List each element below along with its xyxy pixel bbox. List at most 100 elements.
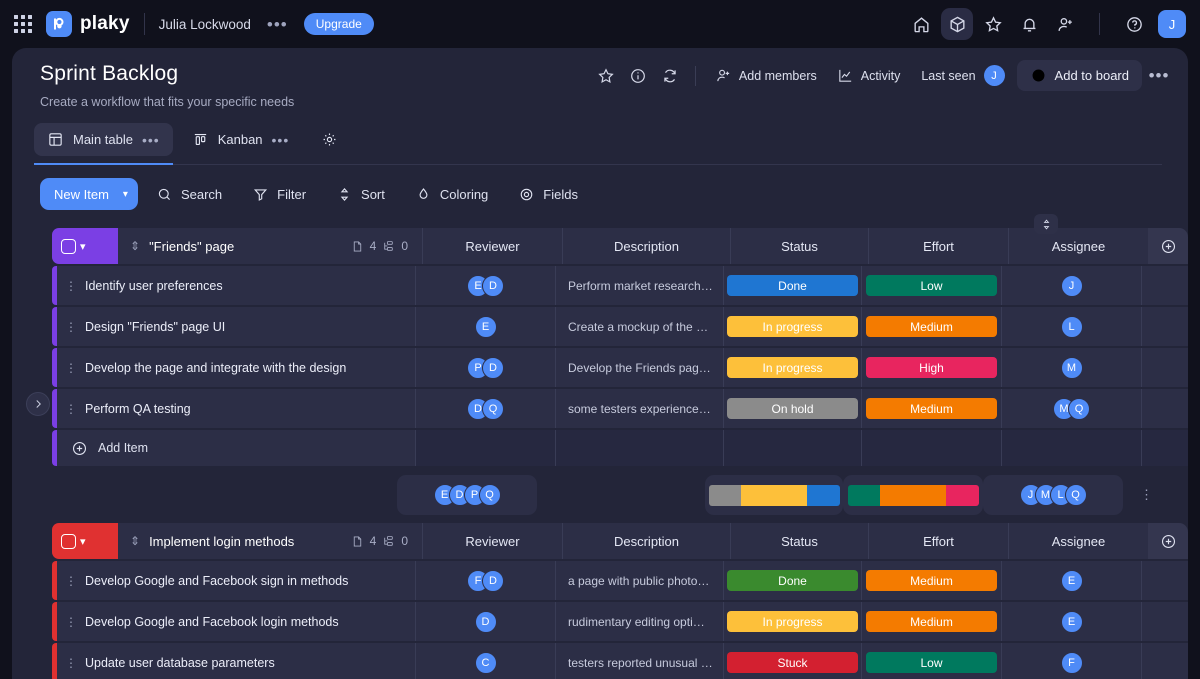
cell-status[interactable]: In progress <box>723 602 861 641</box>
cube-icon[interactable] <box>941 8 973 40</box>
group-select-toggle[interactable]: ▾ <box>52 228 118 264</box>
cell-description[interactable]: a page with public photo… <box>555 561 723 600</box>
reviewer-avatars[interactable]: FD <box>467 569 504 592</box>
summary-reviewers[interactable]: EDPQ <box>397 475 537 515</box>
last-seen-avatar[interactable]: J <box>983 65 1005 86</box>
workspace-user-name[interactable]: Julia Lockwood <box>159 17 251 32</box>
column-header-reviewer[interactable]: Reviewer <box>422 523 562 559</box>
row-menu-icon[interactable]: ⋮ <box>57 575 85 587</box>
avatar[interactable]: D <box>482 356 504 379</box>
status-badge[interactable]: In progress <box>727 316 858 337</box>
column-header-effort[interactable]: Effort <box>868 228 1008 264</box>
cell-description[interactable]: some testers experience… <box>555 389 723 428</box>
cell-reviewer[interactable]: FD <box>415 561 555 600</box>
row-menu-icon[interactable]: ⋮ <box>57 616 85 628</box>
avatar[interactable]: Q <box>1064 484 1087 506</box>
row-name-cell[interactable]: ⋮ Update user database parameters <box>57 643 415 679</box>
status-badge[interactable]: In progress <box>727 611 858 632</box>
table-row[interactable]: ⋮ Develop Google and Facebook sign in me… <box>52 561 1188 600</box>
effort-badge[interactable]: High <box>866 357 997 378</box>
row-menu-icon[interactable]: ⋮ <box>57 362 85 374</box>
table-row[interactable]: ⋮ Develop Google and Facebook login meth… <box>52 602 1188 641</box>
help-icon[interactable] <box>1118 8 1150 40</box>
effort-badge[interactable]: Medium <box>866 316 997 337</box>
cell-description[interactable]: testers reported unusual … <box>555 643 723 679</box>
row-name-cell[interactable]: ⋮ Perform QA testing <box>57 389 415 428</box>
new-item-caret-icon[interactable]: ▾ <box>123 189 128 200</box>
favorite-star-icon[interactable] <box>591 61 621 91</box>
cell-effort[interactable]: Medium <box>861 307 1001 346</box>
coloring-button[interactable]: Coloring <box>403 179 500 210</box>
cell-description[interactable]: Create a mockup of the … <box>555 307 723 346</box>
reviewer-avatars[interactable]: E <box>474 315 497 338</box>
row-name-cell[interactable]: ⋮ Develop the page and integrate with th… <box>57 348 415 387</box>
cell-assignee[interactable]: J <box>1001 266 1141 305</box>
summary-assignees[interactable]: JMLQ <box>983 475 1123 515</box>
sidebar-expand-button[interactable] <box>26 392 50 416</box>
cell-status[interactable]: Done <box>723 266 861 305</box>
plaky-logo[interactable]: plaky <box>46 11 130 37</box>
cell-description[interactable]: Develop the Friends pag… <box>555 348 723 387</box>
cell-description[interactable]: Perform market research… <box>555 266 723 305</box>
add-to-board-button[interactable]: Add to board <box>1016 60 1142 91</box>
cell-description[interactable]: rudimentary editing opti… <box>555 602 723 641</box>
cell-status[interactable]: Done <box>723 561 861 600</box>
group-collapse-chevron-icon[interactable]: ▾ <box>80 535 86 548</box>
assignee-avatars[interactable]: L <box>1060 315 1083 338</box>
table-row[interactable]: ⋮ Develop the page and integrate with th… <box>52 348 1188 387</box>
group-select-toggle[interactable]: ▾ <box>52 523 118 559</box>
view-settings-button[interactable] <box>308 123 351 156</box>
cell-effort[interactable]: Medium <box>861 602 1001 641</box>
table-row[interactable]: ⋮ Design "Friends" page UI E Create a mo… <box>52 307 1188 346</box>
cell-status[interactable]: On hold <box>723 389 861 428</box>
tab-main-table-menu[interactable]: ••• <box>142 133 160 147</box>
avatar[interactable]: J <box>1060 274 1083 297</box>
column-header-assignee[interactable]: Assignee <box>1008 523 1148 559</box>
table-row[interactable]: ⋮ Identify user preferences ED Perform m… <box>52 266 1188 305</box>
row-menu-icon[interactable]: ⋮ <box>57 657 85 669</box>
cell-status[interactable]: In progress <box>723 307 861 346</box>
effort-badge[interactable]: Low <box>866 275 997 296</box>
board-more-button[interactable]: ••• <box>1144 61 1174 91</box>
status-badge[interactable]: On hold <box>727 398 858 419</box>
table-row[interactable]: ⋮ Update user database parameters C test… <box>52 643 1188 679</box>
summary-reviewer-avatars[interactable]: EDPQ <box>433 484 501 506</box>
cell-status[interactable]: In progress <box>723 348 861 387</box>
effort-badge[interactable]: Medium <box>866 398 997 419</box>
cell-reviewer[interactable]: C <box>415 643 555 679</box>
avatar[interactable]: E <box>1060 610 1083 633</box>
add-column-button[interactable] <box>1148 228 1188 264</box>
bell-icon[interactable] <box>1013 8 1045 40</box>
drag-handle[interactable]: ⇕ <box>130 240 140 252</box>
avatar[interactable]: Q <box>478 484 501 506</box>
effort-badge[interactable]: Medium <box>866 570 997 591</box>
column-header-status[interactable]: Status <box>730 228 868 264</box>
add-user-icon[interactable] <box>1049 8 1081 40</box>
status-badge[interactable]: Done <box>727 570 858 591</box>
avatar[interactable]: Q <box>1068 397 1090 420</box>
search-button[interactable]: Search <box>144 179 234 210</box>
summary-effort[interactable] <box>843 475 983 515</box>
cell-assignee[interactable]: L <box>1001 307 1141 346</box>
group-title-cell[interactable]: ⇕ Implement login methods 4 0 <box>118 523 422 559</box>
grid-apps-icon[interactable] <box>14 15 32 33</box>
avatar[interactable]: E <box>1060 569 1083 592</box>
cell-assignee[interactable]: E <box>1001 602 1141 641</box>
status-badge[interactable]: Stuck <box>727 652 858 673</box>
avatar[interactable]: L <box>1060 315 1083 338</box>
assignee-avatars[interactable]: E <box>1060 569 1083 592</box>
cell-assignee[interactable]: E <box>1001 561 1141 600</box>
row-menu-icon[interactable]: ⋮ <box>57 280 85 292</box>
cell-effort[interactable]: Medium <box>861 561 1001 600</box>
cell-effort[interactable]: Medium <box>861 389 1001 428</box>
avatar[interactable]: M <box>1060 356 1083 379</box>
reviewer-avatars[interactable]: C <box>474 651 497 674</box>
drag-handle[interactable]: ⇕ <box>130 535 140 547</box>
upgrade-button[interactable]: Upgrade <box>303 13 374 35</box>
avatar[interactable]: D <box>482 569 504 592</box>
topnav-more-button[interactable]: ••• <box>267 16 288 33</box>
assignee-avatars[interactable]: MQ <box>1053 397 1090 420</box>
avatar[interactable]: C <box>474 651 497 674</box>
group-title-cell[interactable]: ⇕ "Friends" page 4 0 <box>118 228 422 264</box>
assignee-avatars[interactable]: M <box>1060 356 1083 379</box>
